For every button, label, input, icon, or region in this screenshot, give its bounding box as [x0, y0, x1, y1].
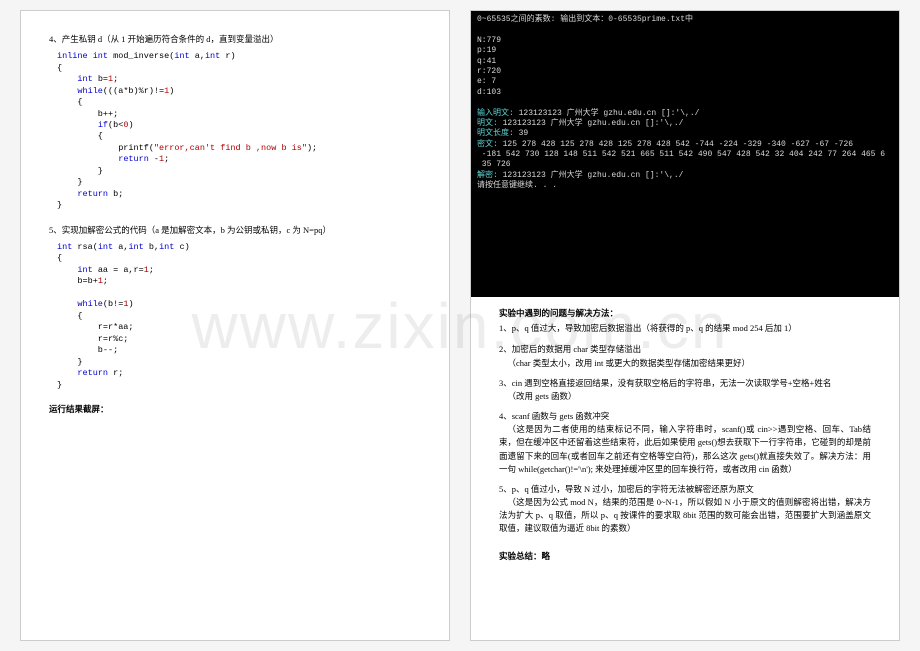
issue-4: 4、scanf 函数与 gets 函数冲突 （这是因为二者使用的结束标记不同，输… — [499, 410, 871, 476]
term-label: 明文: — [477, 119, 503, 128]
issue-1: 1、p、q 值过大，导致加密后数据溢出（将获得的 p、q 的结果 mod 254… — [499, 322, 871, 335]
terminal-output: 0~65535之间的素数: 输出到文本：0-65535prime.txt中 N:… — [471, 11, 899, 297]
issue-2-b: （char 类型太小，改用 int 或更大的数据类型存储加密结果更好） — [499, 357, 871, 370]
issue-4-b: （这是因为二者使用的结束标记不同，输入字符串时，scanf()或 cin>>遇到… — [499, 423, 871, 476]
page-right: 0~65535之间的素数: 输出到文本：0-65535prime.txt中 N:… — [470, 10, 900, 641]
term-label: 输入明文: — [477, 109, 519, 118]
term-line: 125 278 428 125 278 428 125 278 428 542 … — [503, 140, 853, 149]
term-line: 123123123 广州大学 gzhu.edu.cn []:'\,./ — [503, 119, 684, 128]
section-4: 4、产生私钥 d（从 1 开始遍历符合条件的 d，直到变量溢出） inline … — [49, 33, 421, 212]
term-line: 请按任意键继续. . . — [477, 181, 557, 190]
issue-5-b: （这是因为公式 mod N，结果的范围是 0~N-1，所以假如 N 小于原文的值… — [499, 496, 871, 536]
issue-5: 5、p、q 值过小，导致 N 过小，加密后的字符无法被解密还原为原文 （这是因为… — [499, 483, 871, 536]
section-5: 5、实现加解密公式的代码（a 是加解密文本，b 为公钥或私钥，c 为 N=pq）… — [49, 224, 421, 391]
term-line: d:103 — [477, 88, 501, 97]
code-block-rsa: int rsa(int a,int b,int c) { int aa = a,… — [57, 242, 421, 391]
summary: 实验总结：略 — [499, 550, 871, 563]
issue-2-a: 2、加密后的数据用 char 类型存储溢出 — [499, 343, 871, 356]
section-4-title: 4、产生私钥 d（从 1 开始遍历符合条件的 d，直到变量溢出） — [49, 33, 421, 46]
issue-5-a: 5、p、q 值过小，导致 N 过小，加密后的字符无法被解密还原为原文 — [499, 483, 871, 496]
term-label: 密文: — [477, 140, 503, 149]
term-label: 明文长度: — [477, 129, 519, 138]
term-line: 123123123 广州大学 gzhu.edu.cn []:'\,./ — [503, 171, 684, 180]
issue-2: 2、加密后的数据用 char 类型存储溢出 （char 类型太小，改用 int … — [499, 343, 871, 369]
page-left: 4、产生私钥 d（从 1 开始遍历符合条件的 d，直到变量溢出） inline … — [20, 10, 450, 641]
code-block-mod-inverse: inline int mod_inverse(int a,int r) { in… — [57, 51, 421, 212]
issue-3-a: 3、cin 遇到空格直接返回结果，没有获取空格后的字符串，无法一次读取学号+空格… — [499, 377, 871, 390]
issue-4-a: 4、scanf 函数与 gets 函数冲突 — [499, 410, 871, 423]
term-line: r:720 — [477, 67, 501, 76]
term-label: 解密: — [477, 171, 503, 180]
issue-3: 3、cin 遇到空格直接返回结果，没有获取空格后的字符串，无法一次读取学号+空格… — [499, 377, 871, 403]
term-line: 35 726 — [477, 160, 511, 169]
term-line: 123123123 广州大学 gzhu.edu.cn []:'\,./ — [519, 109, 700, 118]
issue-3-b: （改用 gets 函数） — [499, 390, 871, 403]
term-line: q:41 — [477, 57, 496, 66]
term-line: 0~65535之间的素数: 输出到文本：0-65535prime.txt中 — [477, 15, 693, 24]
term-line: p:19 — [477, 46, 496, 55]
term-line: e: 7 — [477, 77, 496, 86]
term-line: 39 — [519, 129, 529, 138]
term-line: -181 542 730 128 148 511 542 521 665 511… — [477, 150, 885, 159]
term-line: N:779 — [477, 36, 501, 45]
issues-title: 实验中遇到的问题与解决方法： — [499, 307, 871, 320]
section-5-title: 5、实现加解密公式的代码（a 是加解密文本，b 为公钥或私钥，c 为 N=pq） — [49, 224, 421, 237]
run-result-title: 运行结果截屏： — [49, 403, 421, 416]
